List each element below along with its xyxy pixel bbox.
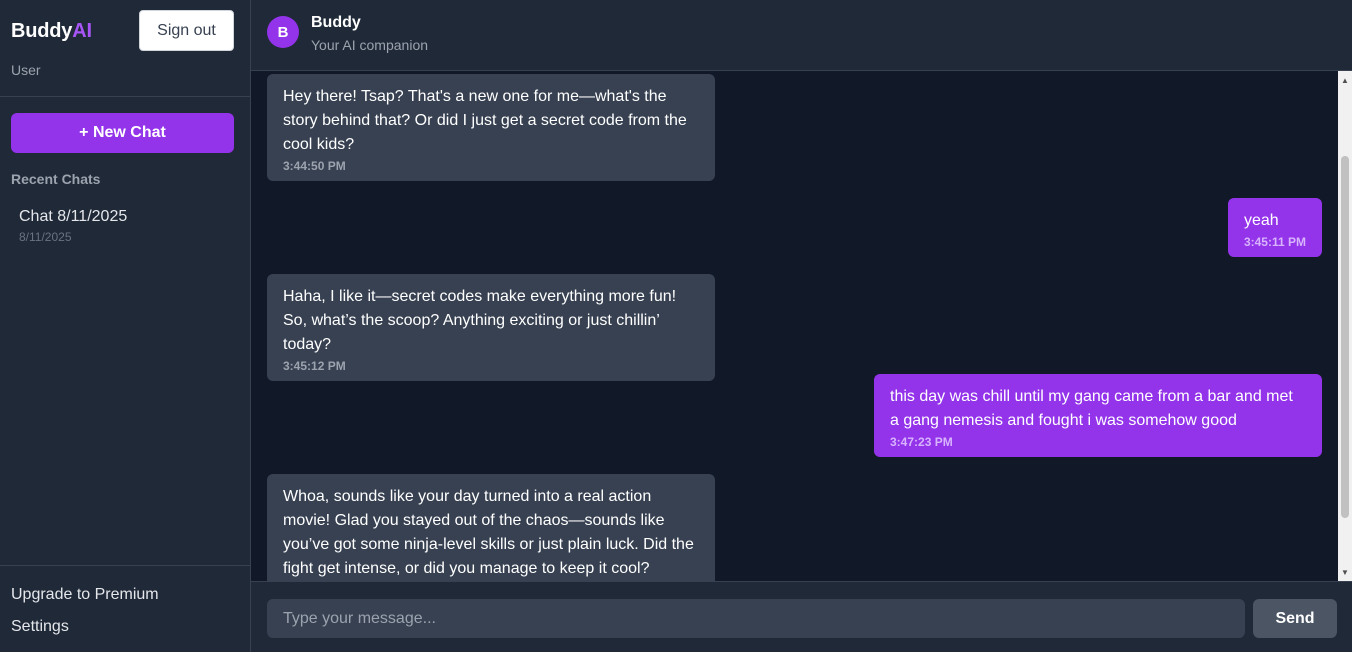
user-message: yeah 3:45:11 PM	[1227, 198, 1322, 257]
message-time: 3:45:12 PM	[283, 359, 346, 373]
sidebar-footer: Upgrade to Premium Settings	[0, 565, 250, 652]
buddy-avatar: B	[267, 16, 299, 48]
message-time: 3:45:11 PM	[1243, 235, 1306, 249]
logo-accent-text: AI	[72, 20, 92, 42]
message-text: Hey there! Tsap? That's a new one for me…	[283, 88, 687, 153]
upgrade-premium-link[interactable]: Upgrade to Premium	[11, 586, 159, 604]
user-message: this day was chill until my gang came fr…	[874, 374, 1322, 457]
scroll-down-arrow-icon[interactable]: ▼	[1338, 565, 1352, 579]
logo-main-text: Buddy	[11, 20, 73, 42]
bot-message: Haha, I like it—secret codes make everyt…	[267, 274, 715, 381]
chat-partner-subtitle: Your AI companion	[311, 37, 429, 53]
sidebar: BuddyAI Sign out User + New Chat Recent …	[0, 0, 251, 652]
chat-partner-name: Buddy	[311, 14, 361, 31]
message-text: Whoa, sounds like your day turned into a…	[283, 488, 694, 577]
recent-chats-heading: Recent Chats	[11, 171, 101, 187]
recent-chat-title: Chat 8/11/2025	[19, 208, 128, 225]
settings-link[interactable]: Settings	[11, 618, 69, 636]
bot-message: Whoa, sounds like your day turned into a…	[267, 474, 715, 581]
chat-main: B Buddy Your AI companion Hey there! Tsa…	[251, 0, 1352, 652]
composer-bar: Send	[251, 581, 1352, 652]
scroll-up-arrow-icon[interactable]: ▲	[1338, 73, 1352, 87]
scroll-thumb[interactable]	[1341, 156, 1349, 518]
message-input[interactable]	[267, 599, 1245, 638]
bot-message: Hey there! Tsap? That's a new one for me…	[267, 74, 715, 181]
new-chat-button[interactable]: + New Chat	[11, 113, 234, 153]
message-scrollbar[interactable]: ▲ ▼	[1338, 71, 1352, 581]
chat-header: B Buddy Your AI companion	[251, 0, 1352, 71]
message-text: Haha, I like it—secret codes make everyt…	[283, 288, 677, 353]
message-text: this day was chill until my gang came fr…	[890, 388, 1293, 429]
app-logo: BuddyAI	[11, 20, 92, 43]
sign-out-button[interactable]: Sign out	[139, 10, 234, 51]
message-time: 3:44:50 PM	[283, 159, 346, 173]
app-root: BuddyAI Sign out User + New Chat Recent …	[0, 0, 1352, 652]
recent-chat-date: 8/11/2025	[19, 230, 72, 244]
message-list[interactable]: Hey there! Tsap? That's a new one for me…	[251, 71, 1352, 581]
message-time: 3:47:23 PM	[890, 435, 953, 449]
recent-chat-item[interactable]: Chat 8/11/2025 8/11/2025	[11, 203, 234, 251]
send-button[interactable]: Send	[1253, 599, 1337, 638]
sidebar-header: BuddyAI Sign out User	[0, 0, 250, 97]
message-text: yeah	[1243, 212, 1279, 229]
user-label: User	[11, 62, 41, 78]
